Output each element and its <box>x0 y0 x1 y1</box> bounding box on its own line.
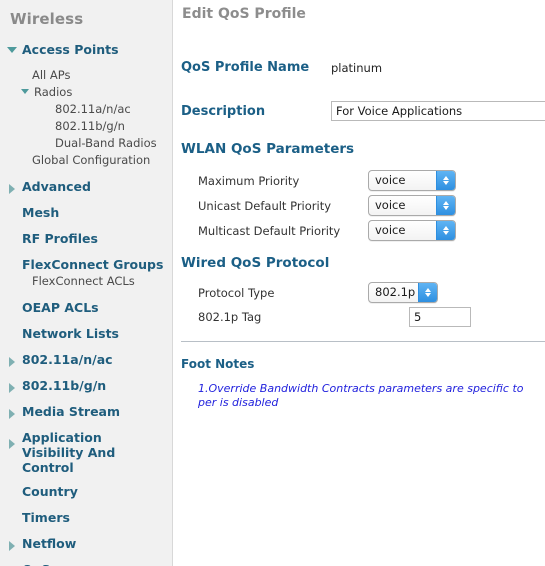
unicast-default-priority-row: Unicast Default Priority voice <box>198 195 456 216</box>
qos-profile-name-value: platinum <box>331 60 383 75</box>
sidebar-item-80211anac[interactable]: 802.11a/n/ac <box>0 102 172 119</box>
sidebar-item-80211anac-group[interactable]: 802.11a/n/ac <box>0 352 172 369</box>
main-content: Edit QoS Profile QoS Profile Name platin… <box>173 0 545 566</box>
sidebar-item-label: Netflow <box>22 536 77 551</box>
sidebar-item-application-visibility-and-control[interactable]: Application Visibility And Control <box>0 430 172 475</box>
sidebar-item-flexconnect-groups[interactable]: FlexConnect Groups <box>0 257 172 274</box>
sidebar-title: Wireless <box>10 10 84 28</box>
protocol-type-label: Protocol Type <box>198 285 275 300</box>
sidebar-item-flexconnect-acls[interactable]: FlexConnect ACLs <box>0 274 172 291</box>
multicast-default-priority-label: Multicast Default Priority <box>198 223 341 238</box>
sidebar-item-global-configuration[interactable]: Global Configuration <box>0 153 172 170</box>
sidebar-item-qos[interactable]: QoS <box>0 562 172 566</box>
foot-notes-text: 1.Override Bandwidth Contracts parameter… <box>198 382 545 410</box>
triangle-right-icon[interactable] <box>6 409 20 419</box>
description-input[interactable] <box>331 101 545 121</box>
select-value: voice <box>375 223 406 237</box>
sidebar-item-label: QoS <box>20 562 50 566</box>
sidebar-item-label: Access Points <box>22 42 119 57</box>
sidebar-item-label: Timers <box>22 510 70 525</box>
sidebar-item-label: OEAP ACLs <box>22 300 99 315</box>
protocol-type-select[interactable]: 802.1p <box>368 282 438 303</box>
sidebar-item-label: Radios <box>34 85 73 99</box>
sidebar-item-rf-profiles[interactable]: RF Profiles <box>0 231 172 248</box>
dot1p-tag-row: 802.1p Tag <box>198 307 471 327</box>
sidebar-item-label: RF Profiles <box>22 231 98 246</box>
qos-profile-name-row: QoS Profile Name platinum <box>181 60 382 75</box>
triangle-down-icon[interactable] <box>6 47 20 53</box>
section-divider <box>181 341 545 342</box>
sidebar-item-label: Network Lists <box>22 326 119 341</box>
sidebar-item-label: All APs <box>32 68 71 82</box>
triangle-right-icon[interactable] <box>6 439 20 449</box>
sidebar-item-netflow[interactable]: Netflow <box>0 536 172 553</box>
select-value: voice <box>375 173 406 187</box>
description-row: Description <box>181 101 545 121</box>
sidebar-item-network-lists[interactable]: Network Lists <box>0 326 172 343</box>
triangle-down-icon[interactable] <box>20 89 34 94</box>
sidebar-item-country[interactable]: Country <box>0 484 172 501</box>
triangle-right-icon[interactable] <box>6 383 20 393</box>
qos-profile-edit-page: Wireless Access Points All APs Radios 80… <box>0 0 545 566</box>
maximum-priority-select[interactable]: voice <box>368 170 456 191</box>
sidebar-item-label: 802.11a/n/ac <box>22 352 113 367</box>
multicast-default-priority-row: Multicast Default Priority voice <box>198 220 456 241</box>
sidebar-item-label: 802.11b/g/n <box>22 378 107 393</box>
dot1p-tag-input[interactable] <box>409 307 471 327</box>
sidebar-item-label: 802.11a/n/ac <box>55 102 131 116</box>
sidebar-item-80211bgn-group[interactable]: 802.11b/g/n <box>0 378 172 395</box>
sidebar-item-access-points[interactable]: Access Points <box>0 42 172 59</box>
triangle-right-icon[interactable] <box>6 357 20 367</box>
select-value: voice <box>375 198 406 212</box>
chevron-updown-icon[interactable] <box>436 171 455 190</box>
wired-qos-protocol-heading: Wired QoS Protocol <box>181 255 330 271</box>
sidebar-item-label: Advanced <box>22 179 91 194</box>
sidebar-item-label: Application Visibility And Control <box>22 430 116 475</box>
description-label: Description <box>181 103 266 119</box>
triangle-right-icon[interactable] <box>6 541 20 551</box>
sidebar-item-80211bgn[interactable]: 802.11b/g/n <box>0 119 172 136</box>
maximum-priority-label: Maximum Priority <box>198 173 300 188</box>
sidebar-item-label: 802.11b/g/n <box>55 119 125 133</box>
sidebar-item-all-aps[interactable]: All APs <box>0 68 172 85</box>
chevron-updown-icon[interactable] <box>436 196 455 215</box>
qos-profile-name-label: QoS Profile Name <box>181 60 310 75</box>
multicast-default-priority-select[interactable]: voice <box>368 220 456 241</box>
chevron-updown-icon[interactable] <box>436 221 455 240</box>
chevron-updown-icon[interactable] <box>418 283 437 302</box>
foot-notes-heading: Foot Notes <box>181 357 255 371</box>
sidebar-item-label: FlexConnect Groups <box>22 257 164 272</box>
sidebar-item-media-stream[interactable]: Media Stream <box>0 404 172 421</box>
dot1p-tag-label: 802.1p Tag <box>198 310 262 324</box>
triangle-right-icon[interactable] <box>6 184 20 194</box>
wireless-sidebar: Wireless Access Points All APs Radios 80… <box>0 0 173 566</box>
sidebar-item-label: Dual-Band Radios <box>55 136 157 150</box>
sidebar-item-label: Global Configuration <box>32 153 151 167</box>
sidebar-item-advanced[interactable]: Advanced <box>0 179 172 196</box>
sidebar-item-label: Mesh <box>22 205 60 220</box>
sidebar-item-label: Country <box>22 484 78 499</box>
page-title: Edit QoS Profile <box>182 6 306 22</box>
protocol-type-row: Protocol Type 802.1p <box>198 282 438 303</box>
sidebar-item-mesh[interactable]: Mesh <box>0 205 172 222</box>
select-value: 802.1p <box>375 285 416 299</box>
unicast-default-priority-select[interactable]: voice <box>368 195 456 216</box>
maximum-priority-row: Maximum Priority voice <box>198 170 456 191</box>
foot-notes-text-value: 1.Override Bandwidth Contracts parameter… <box>198 382 524 409</box>
sidebar-item-dual-band-radios[interactable]: Dual-Band Radios <box>0 136 172 153</box>
sidebar-item-label: Media Stream <box>22 404 121 419</box>
sidebar-item-timers[interactable]: Timers <box>0 510 172 527</box>
unicast-default-priority-label: Unicast Default Priority <box>198 198 332 213</box>
sidebar-item-label: FlexConnect ACLs <box>32 274 135 288</box>
sidebar-item-oeap-acls[interactable]: OEAP ACLs <box>0 300 172 317</box>
wlan-qos-parameters-heading: WLAN QoS Parameters <box>181 141 355 157</box>
sidebar-item-radios[interactable]: Radios <box>0 85 172 102</box>
